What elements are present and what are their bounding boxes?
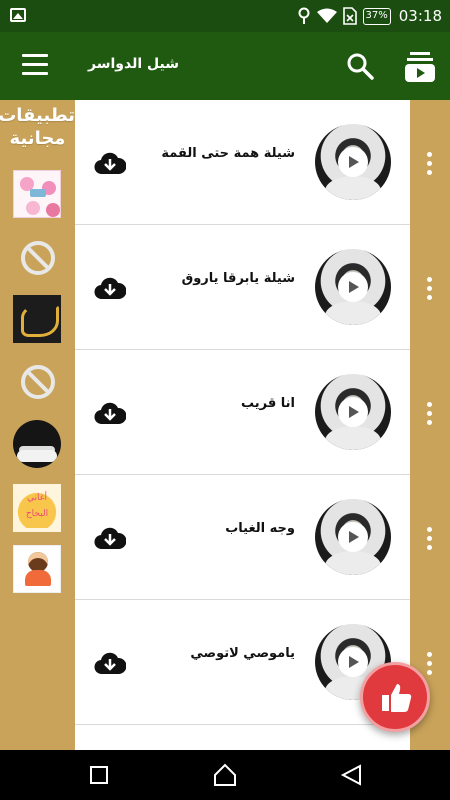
menu-icon[interactable] <box>22 54 48 76</box>
songs-app-icon[interactable]: أغاني البحاح <box>13 484 61 532</box>
floral-app-icon[interactable] <box>13 170 61 218</box>
free-apps-sidebar: تطبيقات مجانية أغاني البحاح <box>0 100 75 750</box>
blocked-icon[interactable] <box>20 364 56 400</box>
track-list: شيلة همة حتى القمة شيلة يابرقا ياروق انا… <box>75 100 410 750</box>
cloud-download-icon[interactable] <box>94 275 126 301</box>
status-bar: 37% 03:18 <box>0 0 450 32</box>
cloud-download-icon[interactable] <box>94 400 126 426</box>
search-icon[interactable] <box>346 52 374 80</box>
track-title: شيلة همة حتى القمة <box>161 146 295 161</box>
track-row[interactable]: شيلة يابرقا ياروق <box>75 225 410 350</box>
cloud-download-icon[interactable] <box>94 150 126 176</box>
like-fab-button[interactable] <box>360 662 430 732</box>
play-icon[interactable] <box>338 272 368 302</box>
track-title: انا قريب <box>241 396 295 411</box>
more-options-icon[interactable] <box>427 402 433 426</box>
blocked-icon[interactable] <box>20 240 56 276</box>
system-nav-bar <box>0 750 450 800</box>
app-bar: شيل الدواسر <box>0 32 450 100</box>
track-title: ياموصي لاتوصي <box>190 646 295 661</box>
more-options-icon[interactable] <box>427 152 433 176</box>
wifi-icon <box>316 8 337 23</box>
app-title: شيل الدواسر <box>88 56 179 72</box>
playlist-video-icon[interactable] <box>404 50 436 84</box>
thumbs-up-icon <box>382 684 412 712</box>
no-sim-icon <box>342 7 357 25</box>
girl-app-icon[interactable] <box>13 545 61 593</box>
more-options-icon[interactable] <box>427 277 433 301</box>
track-row[interactable]: انا قريب <box>75 350 410 475</box>
status-icons: 37% 03:18 <box>297 0 442 32</box>
free-apps-title: تطبيقات مجانية <box>0 105 75 149</box>
play-icon[interactable] <box>338 147 368 177</box>
track-title: شيلة يابرقا ياروق <box>181 271 295 286</box>
status-clock: 03:18 <box>398 7 442 25</box>
gallery-notification-icon <box>10 8 26 22</box>
recent-apps-icon[interactable] <box>90 766 108 784</box>
clouds-app-icon[interactable] <box>13 420 61 468</box>
play-icon[interactable] <box>338 647 368 677</box>
more-options-icon[interactable] <box>427 527 433 551</box>
track-row[interactable]: ياموصي لاتوصي <box>75 600 410 725</box>
battery-indicator: 37% <box>362 7 391 25</box>
play-icon[interactable] <box>338 522 368 552</box>
cloud-download-icon[interactable] <box>94 650 126 676</box>
location-icon <box>298 7 310 24</box>
track-title: وجه الغياب <box>225 521 295 536</box>
cloud-download-icon[interactable] <box>94 525 126 551</box>
songs-app-text: أغاني البحاح <box>25 493 49 519</box>
calligraphy-app-icon[interactable] <box>13 295 61 343</box>
track-row[interactable]: وجه الغياب <box>75 475 410 600</box>
play-icon[interactable] <box>338 397 368 427</box>
track-row[interactable]: شيلة همة حتى القمة <box>75 100 410 225</box>
home-icon[interactable] <box>213 763 237 787</box>
more-options-icon[interactable] <box>427 652 433 676</box>
back-icon[interactable] <box>340 764 362 786</box>
